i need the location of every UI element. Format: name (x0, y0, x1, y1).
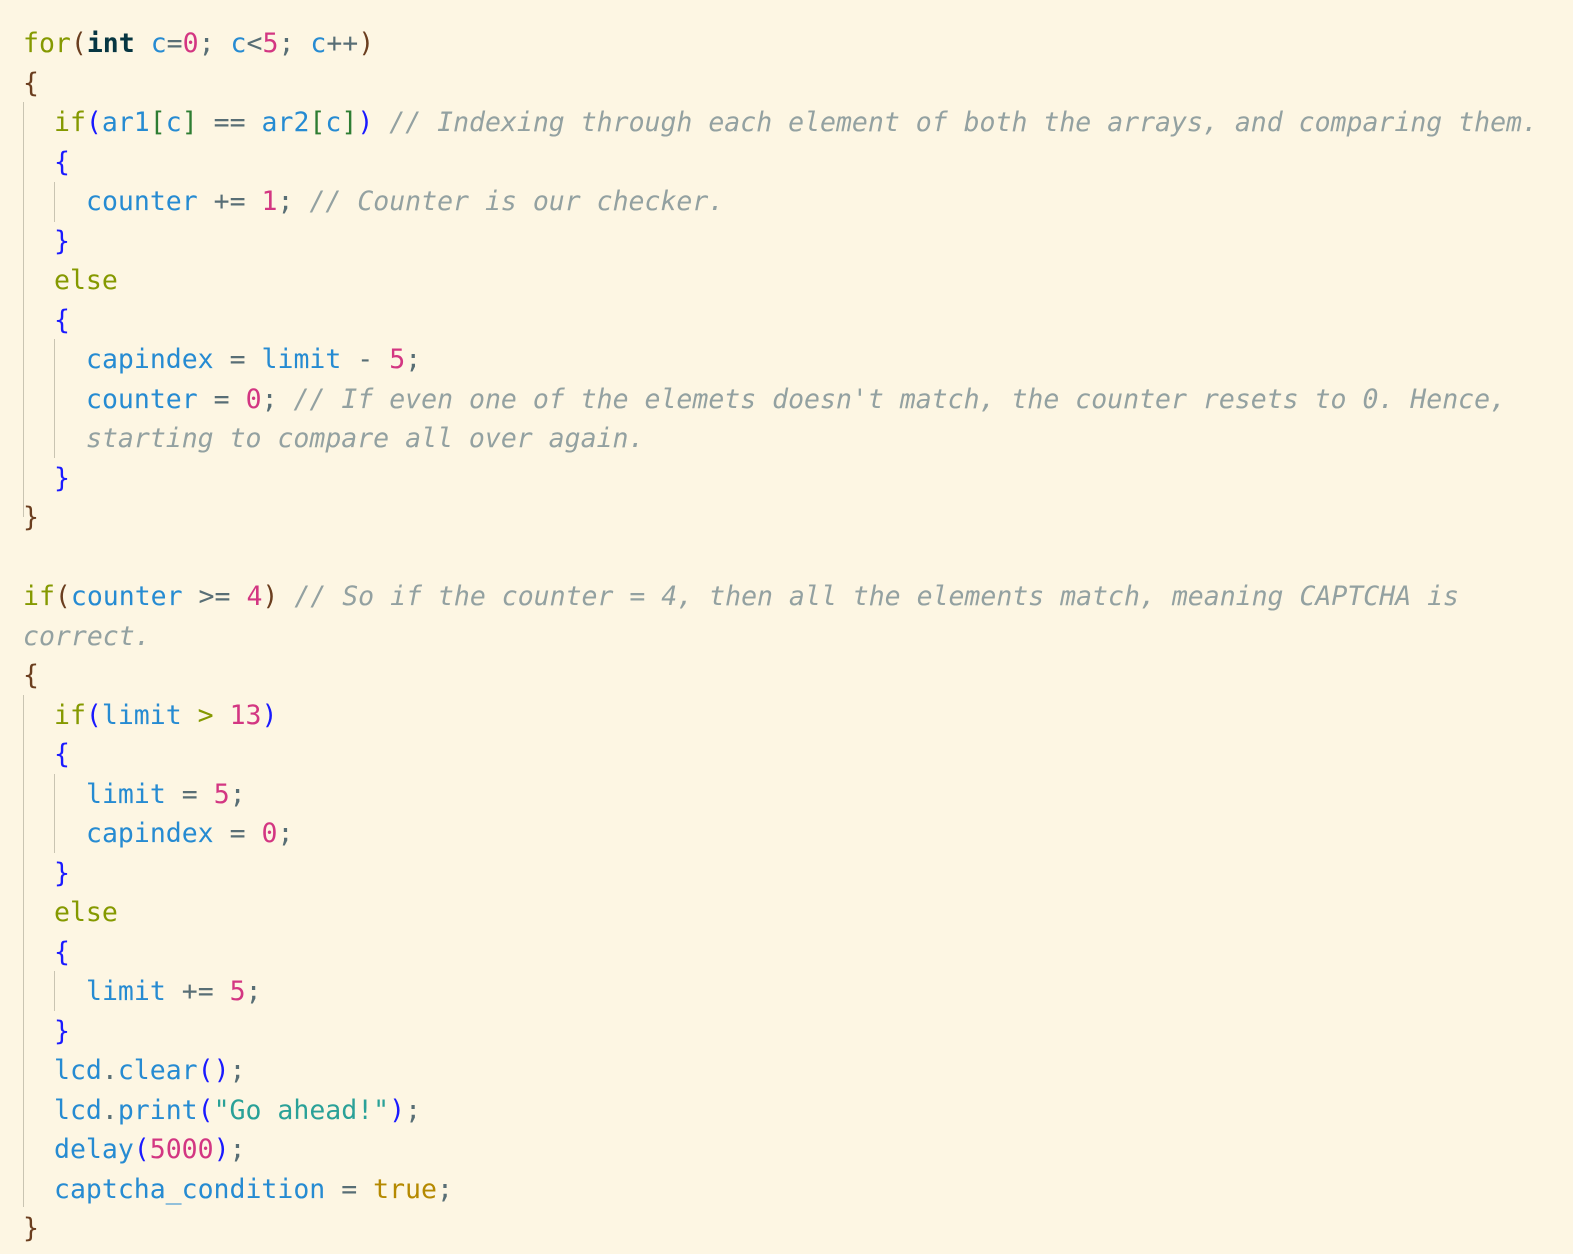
code-line: } (23, 502, 39, 533)
string-literal: "Go ahead!" (213, 1094, 390, 1126)
code-line: } (54, 462, 70, 494)
code-line: else (54, 265, 118, 296)
code-line: lcd.clear(); (54, 1055, 246, 1086)
code-line: delay(5000); (54, 1134, 246, 1165)
code-comment: starting to compare all over again. (86, 423, 645, 454)
code-line: { (54, 146, 70, 178)
code-line: } (54, 225, 70, 257)
code-line: if(limit > 13) (54, 699, 278, 731)
code-line: limit = 5; (86, 778, 246, 810)
code-line: } (54, 857, 70, 889)
code-line: { (54, 304, 70, 336)
code-comment: correct. (23, 620, 151, 652)
code-line: counter += 1; // Counter is our checker. (86, 186, 725, 217)
code-line: } (23, 1213, 39, 1244)
code-line: limit += 5; (86, 976, 262, 1007)
code-line: } (54, 1015, 70, 1047)
code-line: if(ar1[c] == ar2[c]) // Indexing through… (54, 107, 1538, 138)
code-line: captcha_condition = true; (54, 1173, 453, 1205)
code-line: counter = 0; // If even one of the eleme… (86, 383, 1507, 415)
code-comment: // If even one of the elemets doesn't ma… (293, 383, 1507, 415)
code-line: if(counter >= 4) // So if the counter = … (23, 581, 1460, 612)
code-line: { (23, 660, 39, 691)
code-line: capindex = 0; (86, 818, 294, 849)
code-line: { (23, 67, 39, 99)
code-line: for(int c=0; c<5; c++) (23, 28, 375, 59)
code-line: else (54, 897, 118, 928)
code-comment: // Indexing through each element of both… (389, 107, 1538, 138)
code-line: lcd.print("Go ahead!"); (54, 1094, 422, 1126)
code-line: starting to compare all over again. (23, 419, 1553, 459)
code-block: for(int c=0; c<5; c++) { if(ar1[c] == ar… (23, 24, 1553, 1249)
code-line: correct. (23, 617, 1553, 657)
code-comment: // Counter is our checker. (309, 186, 725, 217)
code-comment: // So if the counter = 4, then all the e… (294, 581, 1460, 612)
code-line: capindex = limit - 5; (86, 344, 422, 375)
code-line: { (54, 936, 70, 968)
code-line: { (54, 739, 70, 770)
